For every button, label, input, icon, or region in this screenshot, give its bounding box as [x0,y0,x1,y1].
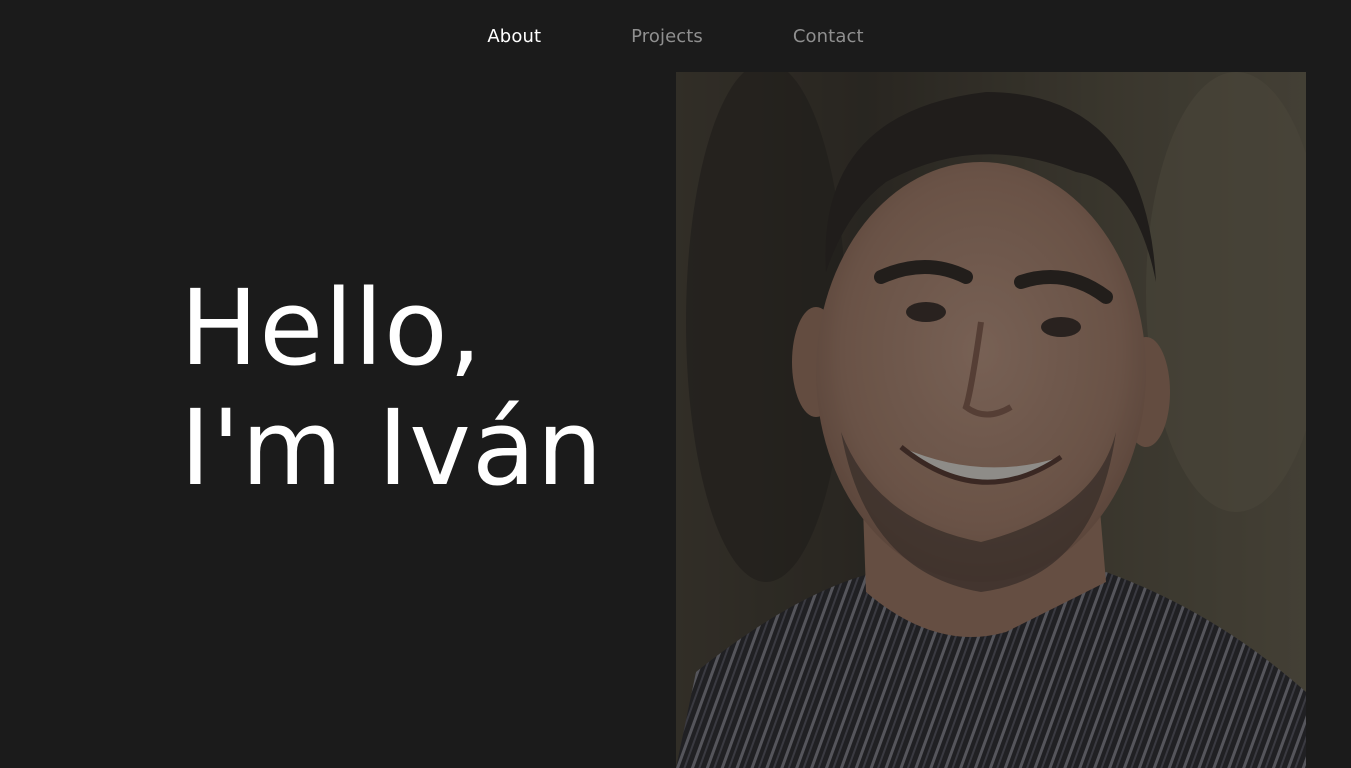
photo-dim-overlay [676,72,1306,768]
hero-greeting: Hello, [180,267,483,389]
page: About Projects Contact Hello, I'm Iván [0,0,1351,768]
top-nav: About Projects Contact [0,0,1351,72]
hero-name: I'm Iván [180,387,604,509]
nav-link-about[interactable]: About [487,26,541,47]
hero-heading: Hello, I'm Iván [180,268,604,508]
nav-link-projects[interactable]: Projects [631,26,703,47]
nav-link-contact[interactable]: Contact [793,26,864,47]
profile-photo [676,72,1306,768]
